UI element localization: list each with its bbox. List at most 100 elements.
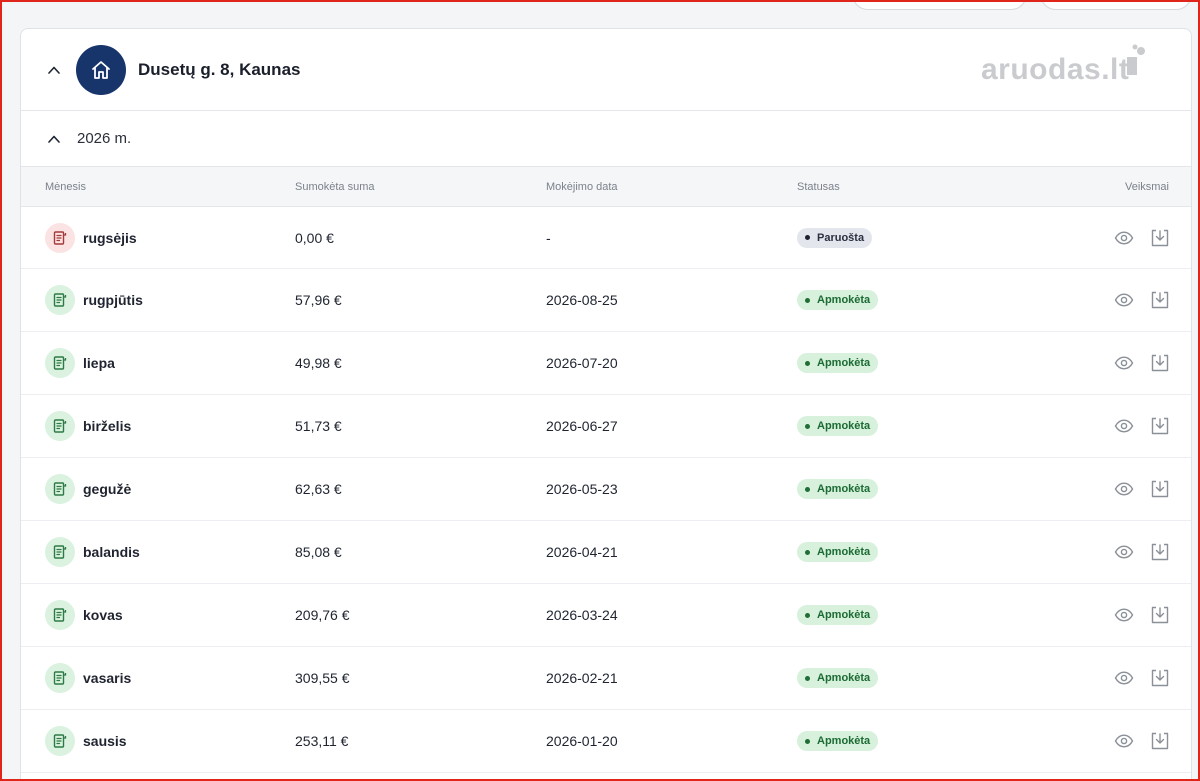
status-badge: Apmokėta [797,290,879,310]
month-cell: sausis [83,733,127,749]
status-label: Apmokėta [817,357,871,369]
row-actions [1113,478,1171,500]
document-icon [45,663,75,693]
document-icon [45,411,75,441]
date-cell: 2026-06-27 [546,418,618,434]
row-actions [1113,541,1171,563]
row-actions [1113,352,1171,374]
status-label: Apmokėta [817,546,871,558]
month-cell: kovas [83,607,123,623]
eye-icon[interactable] [1113,541,1135,563]
table-row[interactable]: liepa 49,98 € 2026-07-20 Apmokėta [21,332,1191,395]
property-header[interactable]: Dusetų g. 8, Kaunas aruodas.lt [21,29,1191,111]
row-actions [1113,667,1171,689]
eye-icon[interactable] [1113,352,1135,374]
eye-icon[interactable] [1113,667,1135,689]
year-label: 2026 m. [77,130,132,147]
document-icon [45,537,75,567]
payments-table-body: rugsėjis 0,00 € - Paruošta rugpjūtis 57,… [21,207,1191,773]
date-cell: 2026-08-25 [546,292,618,308]
month-cell: birželis [83,418,132,434]
download-icon[interactable] [1149,541,1171,563]
header-date: Mokėjimo data [546,180,618,193]
download-icon[interactable] [1149,604,1171,626]
document-icon [45,600,75,630]
top-action-button-2[interactable] [1040,0,1192,10]
download-icon[interactable] [1149,289,1171,311]
eye-icon[interactable] [1113,478,1135,500]
amount-cell: 253,11 € [295,733,349,749]
status-dot [805,675,810,681]
table-row[interactable]: balandis 85,08 € 2026-04-21 Apmokėta [21,521,1191,584]
download-icon[interactable] [1149,415,1171,437]
date-cell: 2026-04-21 [546,544,618,560]
row-actions [1113,730,1171,752]
table-row[interactable]: vasaris 309,55 € 2026-02-21 Apmokėta [21,647,1191,710]
status-badge: Apmokėta [797,542,879,562]
eye-icon[interactable] [1113,227,1135,249]
status-dot [805,235,810,240]
header-month: Mėnesis [45,180,86,193]
top-action-button-1[interactable] [852,0,1027,10]
eye-icon[interactable] [1113,415,1135,437]
table-row[interactable]: sausis 253,11 € 2026-01-20 Apmokėta [21,710,1191,773]
status-dot [805,738,810,744]
status-badge: Apmokėta [797,416,879,436]
logo-text: aruodas.lt [981,53,1130,86]
month-cell: rugpjūtis [83,292,143,308]
status-label: Apmokėta [817,294,871,306]
amount-cell: 49,98 € [295,355,342,371]
amount-cell: 309,55 € [295,670,350,686]
document-icon [45,285,75,315]
chevron-up-icon[interactable] [47,63,61,77]
amount-cell: 85,08 € [295,544,342,560]
status-dot [805,297,810,303]
row-actions [1113,227,1171,249]
month-cell: liepa [83,355,115,371]
month-cell: balandis [83,544,140,560]
download-icon[interactable] [1149,730,1171,752]
status-badge: Apmokėta [797,731,879,751]
date-cell: 2026-03-24 [546,607,618,623]
month-cell: rugsėjis [83,229,137,246]
status-dot [805,360,810,366]
table-row[interactable]: kovas 209,76 € 2026-03-24 Apmokėta [21,584,1191,647]
date-cell: 2026-05-23 [546,481,618,497]
row-actions [1113,604,1171,626]
download-icon[interactable] [1149,478,1171,500]
date-cell: - [546,229,551,246]
house-icon [76,44,126,95]
status-label: Apmokėta [817,483,871,495]
status-dot [805,612,810,618]
status-label: Paruošta [817,231,865,244]
download-icon[interactable] [1149,227,1171,249]
download-icon[interactable] [1149,352,1171,374]
table-header: Mėnesis Sumokėta suma Mokėjimo data Stat… [21,167,1191,207]
date-cell: 2026-02-21 [546,670,618,686]
date-cell: 2026-01-20 [546,733,618,749]
month-cell: gegužė [83,481,132,497]
header-status: Statusas [797,180,840,193]
property-address: Dusetų g. 8, Kaunas [138,59,301,79]
table-row[interactable]: rugpjūtis 57,96 € 2026-08-25 Apmokėta [21,269,1191,332]
table-row[interactable]: gegužė 62,63 € 2026-05-23 Apmokėta [21,458,1191,521]
status-badge: Apmokėta [797,479,879,499]
chevron-up-icon[interactable] [47,132,61,146]
status-label: Apmokėta [817,735,871,747]
download-icon[interactable] [1149,667,1171,689]
eye-icon[interactable] [1113,604,1135,626]
year-group-header[interactable]: 2026 m. [21,111,1191,167]
document-icon [45,474,75,504]
table-row[interactable]: birželis 51,73 € 2026-06-27 Apmokėta [21,395,1191,458]
document-icon [45,348,75,378]
status-dot [805,486,810,492]
status-label: Apmokėta [817,420,871,432]
status-dot [805,423,810,429]
amount-cell: 51,73 € [295,418,342,434]
eye-icon[interactable] [1113,730,1135,752]
amount-cell: 0,00 € [295,229,334,246]
table-row[interactable]: rugsėjis 0,00 € - Paruošta [21,207,1191,269]
month-cell: vasaris [83,670,132,686]
eye-icon[interactable] [1113,289,1135,311]
document-icon [45,222,75,253]
